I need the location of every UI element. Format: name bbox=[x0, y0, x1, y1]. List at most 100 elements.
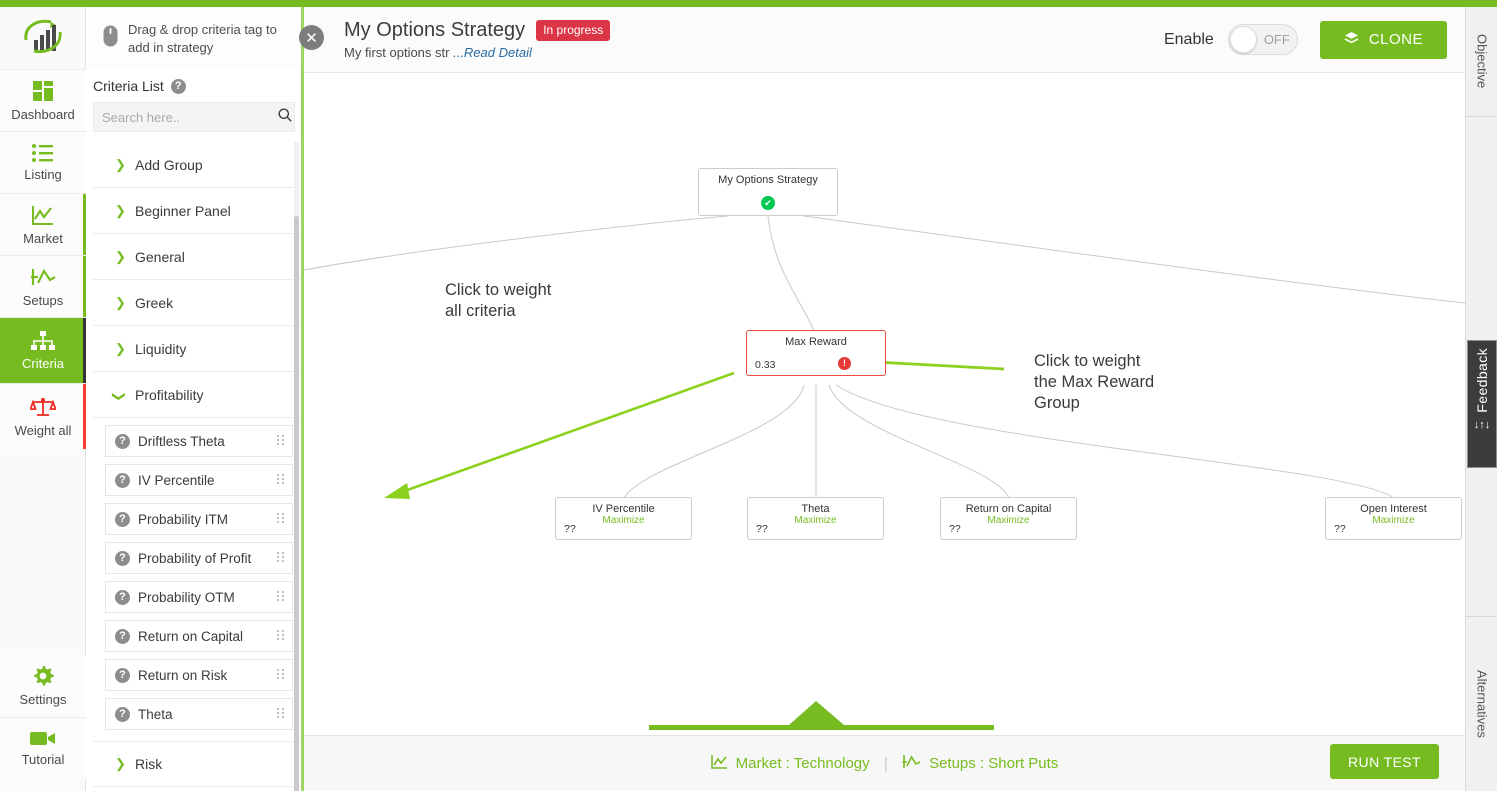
criteria-item[interactable]: ? IV Percentile bbox=[105, 464, 293, 496]
sidebar-item-market[interactable]: Market bbox=[0, 193, 86, 255]
chevron-right-icon: ❯ bbox=[115, 203, 123, 219]
criteria-group-greek[interactable]: ❯ Greek bbox=[93, 280, 301, 326]
sidebar-item-label: Criteria bbox=[22, 356, 64, 371]
nav-edge-accent bbox=[83, 384, 86, 449]
help-icon[interactable]: ? bbox=[171, 79, 186, 94]
toggle-knob bbox=[1230, 26, 1257, 53]
drag-handle-icon[interactable] bbox=[276, 473, 285, 487]
criteria-group-beginner-panel[interactable]: ❯ Beginner Panel bbox=[93, 188, 301, 234]
strategy-tree-canvas[interactable]: My Options Strategy ✔ Max Reward 0.33 ! … bbox=[304, 73, 1465, 791]
page-subtitle: My first options str ...Read Detail bbox=[344, 45, 1164, 60]
subtitle-text: My first options str bbox=[344, 45, 449, 60]
criteria-item[interactable]: ? Probability OTM bbox=[105, 581, 293, 613]
rail-tab-alternatives[interactable]: Alternatives bbox=[1466, 616, 1497, 791]
criteria-group-profitability[interactable]: ❯ Profitability bbox=[93, 372, 301, 418]
criteria-item-label: IV Percentile bbox=[138, 473, 268, 488]
criteria-scroll-area[interactable]: ❯ Add Group ❯ Beginner Panel ❯ General ❯… bbox=[93, 142, 301, 791]
drag-handle-icon[interactable] bbox=[276, 434, 285, 448]
annotation-weight-all: Click to weight all criteria bbox=[445, 280, 551, 322]
profitability-criteria-list: ? Driftless Theta ? IV Percentile bbox=[93, 418, 301, 741]
drag-handle-icon[interactable] bbox=[276, 668, 285, 682]
criteria-group-label: Risk bbox=[135, 756, 162, 772]
panel-scrollbar-thumb[interactable] bbox=[294, 216, 299, 791]
tree-node-leaf[interactable]: Theta Maximize ?? bbox=[747, 497, 884, 540]
enable-toggle[interactable]: OFF bbox=[1228, 24, 1298, 55]
clone-button-label: CLONE bbox=[1369, 31, 1423, 48]
help-icon[interactable]: ? bbox=[115, 512, 130, 527]
criteria-item[interactable]: ? Return on Risk bbox=[105, 659, 293, 691]
criteria-item[interactable]: ? Theta bbox=[105, 698, 293, 730]
help-icon[interactable]: ? bbox=[115, 551, 130, 566]
tree-node-value: ?? bbox=[949, 523, 961, 535]
feedback-label: Feedback bbox=[1474, 348, 1490, 413]
help-icon[interactable]: ? bbox=[115, 473, 130, 488]
sidebar-item-label: Market bbox=[23, 231, 63, 246]
tree-node-title: Open Interest bbox=[1326, 498, 1461, 515]
help-icon[interactable]: ? bbox=[115, 434, 130, 449]
search-input[interactable] bbox=[102, 110, 278, 125]
page-header: My Options Strategy In progress My first… bbox=[304, 7, 1465, 73]
help-icon[interactable]: ? bbox=[115, 590, 130, 605]
setups-icon bbox=[902, 754, 921, 773]
tree-node-leaf[interactable]: Open Interest Maximize ?? bbox=[1325, 497, 1462, 540]
chart-icon bbox=[711, 754, 728, 773]
search-icon[interactable] bbox=[278, 108, 292, 127]
drag-handle-icon[interactable] bbox=[276, 590, 285, 604]
annotation-arrow-weight-all bbox=[384, 373, 734, 499]
layers-icon bbox=[1344, 31, 1359, 49]
bottom-setups-info[interactable]: Setups : Short Puts bbox=[902, 754, 1058, 773]
sidebar-item-listing[interactable]: Listing bbox=[0, 131, 86, 193]
criteria-item[interactable]: ? Driftless Theta bbox=[105, 425, 293, 457]
search-row[interactable] bbox=[93, 102, 295, 132]
optionsplay-logo[interactable] bbox=[0, 7, 85, 69]
drag-handle-icon[interactable] bbox=[276, 629, 285, 643]
tree-node-max-reward[interactable]: Max Reward 0.33 ! bbox=[746, 330, 886, 376]
sidebar-item-setups[interactable]: Setups bbox=[0, 255, 86, 317]
chevron-right-icon: ❯ bbox=[115, 157, 123, 173]
tree-node-value: ?? bbox=[1334, 523, 1346, 535]
run-test-button[interactable]: RUN TEST bbox=[1330, 744, 1439, 779]
help-icon[interactable]: ? bbox=[115, 668, 130, 683]
bottom-separator: | bbox=[884, 754, 888, 774]
criteria-item[interactable]: ? Probability ITM bbox=[105, 503, 293, 535]
criteria-group-label: Beginner Panel bbox=[135, 203, 231, 219]
read-detail-link[interactable]: ...Read Detail bbox=[453, 45, 532, 60]
criteria-panel: Drag & drop criteria tag to add in strat… bbox=[87, 7, 304, 791]
rail-tab-objective[interactable]: Objective bbox=[1466, 7, 1497, 117]
criteria-item[interactable]: ? Probability of Profit bbox=[105, 542, 293, 574]
help-icon[interactable]: ? bbox=[115, 707, 130, 722]
criteria-group-add-group[interactable]: ❯ Add Group bbox=[93, 142, 301, 188]
criteria-group-general[interactable]: ❯ General bbox=[93, 234, 301, 280]
panel-scrollbar[interactable] bbox=[294, 142, 299, 791]
sidebar-item-tutorial[interactable]: Tutorial bbox=[0, 717, 86, 779]
drag-handle-icon[interactable] bbox=[276, 551, 285, 565]
warning-icon[interactable]: ! bbox=[838, 357, 851, 370]
bottom-market-label: Market : Technology bbox=[736, 755, 870, 772]
nav-edge-accent bbox=[83, 318, 86, 383]
chevron-right-icon: ❯ bbox=[115, 295, 123, 311]
criteria-group-label: Add Group bbox=[135, 157, 203, 173]
feedback-tab[interactable]: Feedback ↓↑↓ bbox=[1467, 340, 1497, 468]
sidebar-item-settings[interactable]: Settings bbox=[0, 655, 86, 717]
criteria-group-risk[interactable]: ❯ Risk bbox=[93, 741, 301, 787]
drag-handle-icon[interactable] bbox=[276, 707, 285, 721]
tree-node-value: 0.33 bbox=[755, 359, 775, 371]
tree-node-title: Return on Capital bbox=[941, 498, 1076, 515]
bottom-market-info[interactable]: Market : Technology bbox=[711, 754, 870, 773]
tree-node-root[interactable]: My Options Strategy ✔ bbox=[698, 168, 838, 216]
criteria-list-header: Criteria List ? bbox=[87, 68, 301, 102]
criteria-item[interactable]: ? Return on Capital bbox=[105, 620, 293, 652]
drag-handle-icon[interactable] bbox=[276, 512, 285, 526]
close-icon[interactable]: ✕ bbox=[299, 25, 324, 50]
bottom-status-bar: Market : Technology | Setups : Short Put… bbox=[304, 735, 1465, 791]
sidebar-item-label: Dashboard bbox=[11, 107, 75, 122]
criteria-group-liquidity[interactable]: ❯ Liquidity bbox=[93, 326, 301, 372]
tree-node-leaf[interactable]: Return on Capital Maximize ?? bbox=[940, 497, 1077, 540]
tree-node-objective: Maximize bbox=[941, 515, 1076, 526]
help-icon[interactable]: ? bbox=[115, 629, 130, 644]
clone-button[interactable]: CLONE bbox=[1320, 21, 1447, 59]
sidebar-item-weight-all[interactable]: Weight all bbox=[0, 383, 86, 449]
sidebar-item-dashboard[interactable]: Dashboard bbox=[0, 69, 86, 131]
sidebar-item-criteria[interactable]: Criteria bbox=[0, 317, 86, 383]
tree-node-leaf[interactable]: IV Percentile Maximize ?? bbox=[555, 497, 692, 540]
